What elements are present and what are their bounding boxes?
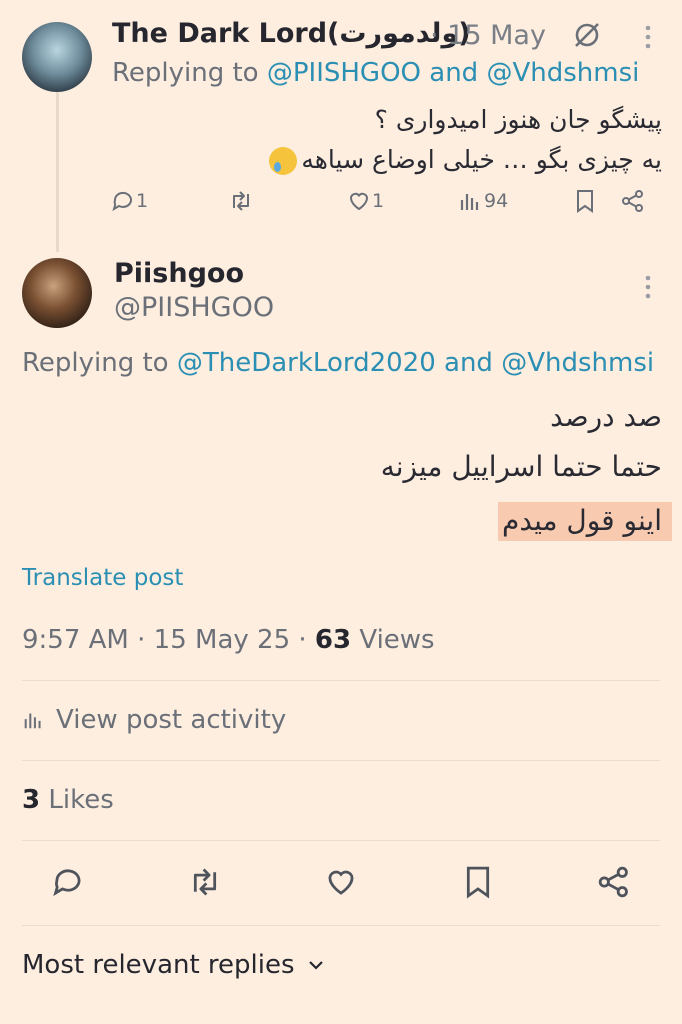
- likes-summary[interactable]: 3 Likes: [22, 785, 114, 815]
- view-post-activity-button[interactable]: View post activity: [22, 705, 286, 735]
- tweet-text-line-highlighted: اینو قول میدم: [498, 502, 672, 541]
- replying-handles[interactable]: @PIISHGOO and @Vhdshmsi: [267, 58, 639, 88]
- share-button[interactable]: [594, 862, 634, 902]
- replying-handles[interactable]: @TheDarkLord2020 and @Vhdshmsi: [177, 348, 654, 378]
- replying-prefix: Replying to: [22, 348, 169, 378]
- share-icon: [598, 866, 628, 898]
- tweet-date[interactable]: · 15 May: [430, 20, 546, 51]
- retweet-icon: [193, 868, 217, 896]
- likes-count: 3: [22, 785, 41, 815]
- retweet-icon: [233, 191, 249, 211]
- activity-label: View post activity: [56, 705, 287, 735]
- replying-to: Replying to @PIISHGOO and @Vhdshmsi: [112, 58, 639, 88]
- replying-prefix: Replying to: [112, 58, 259, 88]
- author-name[interactable]: The Dark Lord(ولدمورت): [112, 18, 471, 49]
- tweet-timestamp[interactable]: 9:57 AM · 15 May 25 ·: [22, 625, 315, 655]
- tweet-meta: 9:57 AM · 15 May 25 · 63 Views: [22, 625, 435, 655]
- tweet-text-line: پیشگو جان هنوز امیدواری ؟: [374, 105, 662, 134]
- likes-label: Likes: [40, 785, 114, 815]
- reply-icon: [53, 869, 81, 897]
- grok-icon[interactable]: [572, 20, 602, 50]
- replies-sort-dropdown[interactable]: Most relevant replies: [22, 950, 325, 980]
- like-icon: [349, 192, 369, 211]
- divider: [22, 760, 660, 761]
- bookmark-icon: [466, 866, 490, 899]
- chevron-down-icon: [308, 961, 323, 970]
- share-icon: [622, 190, 643, 212]
- more-icon[interactable]: [637, 272, 659, 302]
- bookmark-button[interactable]: [458, 862, 498, 902]
- tweet-text-line: یه چیزی بگو … خیلی اوضاع سیاهه: [250, 140, 662, 180]
- views-button[interactable]: 94: [458, 188, 508, 214]
- like-icon: [328, 870, 354, 895]
- like-count: 1: [372, 190, 385, 212]
- avatar[interactable]: [22, 22, 92, 92]
- tweet-text-line-content: یه چیزی بگو … خیلی اوضاع سیاهه: [301, 145, 662, 174]
- like-button[interactable]: [321, 862, 361, 902]
- tweet-actions: 1 1 94: [110, 188, 660, 222]
- main-tweet-actions: [0, 862, 682, 902]
- avatar[interactable]: [22, 258, 92, 328]
- views-icon: [460, 194, 479, 210]
- replying-to: Replying to @TheDarkLord2020 and @Vhdshm…: [22, 348, 654, 378]
- more-icon[interactable]: [637, 22, 659, 52]
- thread-connector: [56, 92, 59, 252]
- divider: [22, 680, 660, 681]
- views-count: 94: [484, 190, 509, 212]
- divider: [22, 925, 660, 926]
- reply-button[interactable]: [48, 862, 88, 902]
- views-count: 63: [314, 625, 352, 655]
- share-button[interactable]: [620, 188, 646, 214]
- bookmark-icon: [577, 190, 593, 213]
- author-name[interactable]: Piishgoo: [114, 258, 244, 289]
- replies-sort-label: Most relevant replies: [22, 950, 295, 980]
- translate-post-link[interactable]: Translate post: [22, 565, 183, 591]
- tweet-text: پیشگو جان هنوز امیدواری ؟ یه چیزی بگو … …: [250, 100, 662, 180]
- bookmark-button[interactable]: [572, 188, 598, 214]
- reply-icon: [112, 191, 132, 212]
- tweet-text-line: حتما حتما اسراییل میزنه: [380, 450, 662, 483]
- crying-emoji-icon: [269, 147, 298, 175]
- retweet-button[interactable]: [228, 188, 254, 214]
- reply-count: 1: [136, 190, 149, 212]
- tweet-text-line: صد درصد: [550, 400, 662, 433]
- reply-button[interactable]: 1: [110, 188, 148, 214]
- divider: [22, 840, 660, 841]
- views-label: Views: [351, 625, 435, 655]
- views-icon: [24, 713, 41, 729]
- author-handle[interactable]: @PIISHGOO: [114, 292, 274, 323]
- like-button[interactable]: 1: [346, 188, 384, 214]
- retweet-button[interactable]: [185, 862, 225, 902]
